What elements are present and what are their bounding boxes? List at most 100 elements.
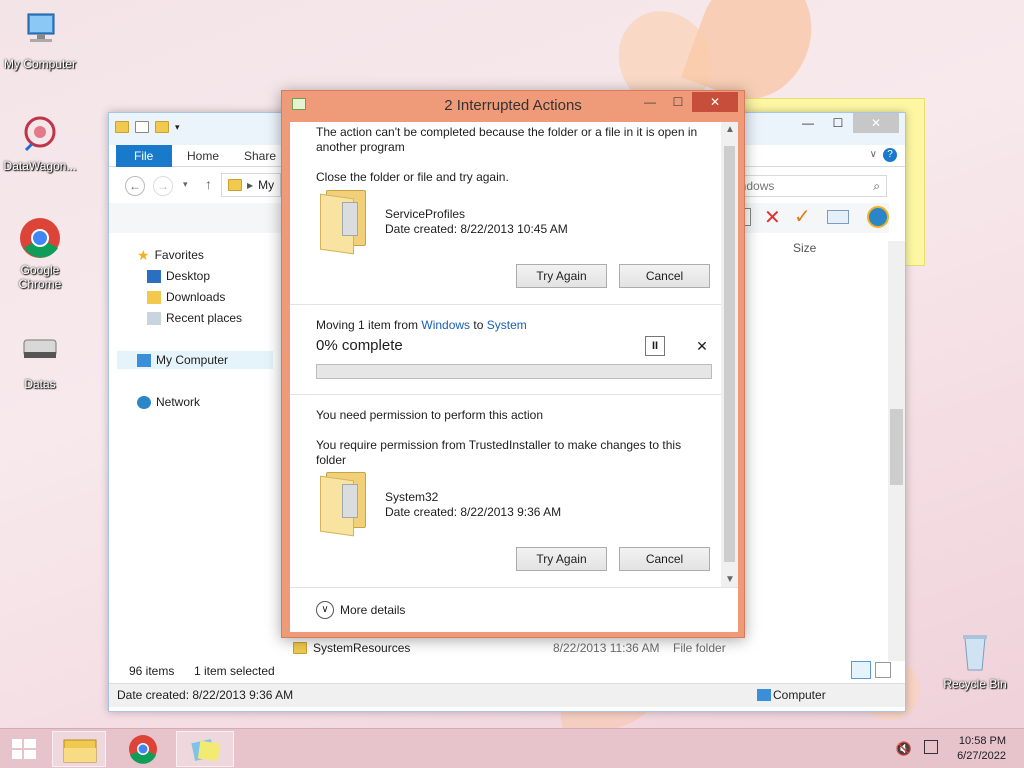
permission-heading: You need permission to perform this acti… <box>316 408 544 422</box>
progress-bar <box>316 364 712 379</box>
new-folder-icon[interactable] <box>155 121 169 133</box>
folder-icon[interactable] <box>115 121 129 133</box>
close-button[interactable]: ✕ <box>853 113 899 133</box>
progress-prefix: Moving 1 item from <box>316 318 419 332</box>
system-clock[interactable]: 10:58 PM 6/27/2022 <box>957 734 1006 764</box>
volume-muted-icon[interactable]: 🔇 <box>896 741 912 757</box>
nav-item-recent-places[interactable]: Recent places <box>147 309 242 327</box>
desktop-icon-label: My Computer <box>3 57 77 71</box>
checkmark-icon[interactable]: ✓ <box>794 204 811 229</box>
chevron-down-icon[interactable]: ▾ <box>183 179 188 190</box>
drive-icon <box>18 330 62 374</box>
more-details-toggle[interactable]: ∨ More details <box>316 601 405 619</box>
taskbar-sticky-notes[interactable] <box>176 731 234 767</box>
up-arrow-icon[interactable]: ↑ <box>205 176 212 192</box>
chevron-up-icon[interactable]: ▲ <box>725 124 735 135</box>
scrollbar-thumb[interactable] <box>890 409 903 485</box>
item-date: Date created: 8/22/2013 9:36 AM <box>385 505 562 519</box>
datawagon-icon <box>18 112 62 156</box>
chevron-down-icon[interactable]: ▾ <box>175 122 180 133</box>
back-arrow-icon[interactable]: ← <box>125 176 145 196</box>
close-button[interactable]: ✕ <box>692 92 738 112</box>
address-bar[interactable]: ▶ My <box>221 173 281 197</box>
item-name: ServiceProfiles <box>385 207 466 221</box>
cancel-button[interactable]: Cancel <box>619 264 710 288</box>
network-tray-icon[interactable] <box>924 740 938 754</box>
large-icons-view-icon[interactable] <box>875 662 891 678</box>
globe-icon[interactable] <box>867 206 889 228</box>
clock-date: 6/27/2022 <box>957 750 1006 762</box>
date-created: Date created: 8/22/2013 9:36 AM <box>117 688 294 702</box>
nav-item-desktop[interactable]: Desktop <box>147 267 210 285</box>
desktop-icon-datas[interactable]: Datas <box>0 330 80 391</box>
rename-icon[interactable] <box>827 210 849 224</box>
section-divider <box>290 587 738 588</box>
help-icon[interactable]: ? <box>883 148 897 162</box>
nav-item-my-computer[interactable]: My Computer <box>117 351 273 369</box>
nav-item-favorites[interactable]: ★ Favorites <box>137 246 204 264</box>
tab-file[interactable]: File <box>116 145 172 167</box>
scrollbar-thumb[interactable] <box>724 146 735 562</box>
file-date: 8/22/2013 11:36 AM <box>553 641 660 655</box>
network-icon <box>137 395 151 409</box>
forward-arrow-icon[interactable]: → <box>153 176 173 196</box>
recycle-bin-icon <box>953 630 997 674</box>
chrome-icon <box>18 216 62 260</box>
address-text: My <box>258 178 275 192</box>
nav-label: Favorites <box>154 248 204 262</box>
desktop-icon <box>147 269 161 283</box>
interrupted-actions-dialog[interactable]: 2 Interrupted Actions — ☐ ✕ The action c… <box>281 90 745 638</box>
tab-home[interactable]: Home <box>173 145 233 167</box>
error-instruction: Close the folder or file and try again. <box>316 170 509 184</box>
taskbar-chrome[interactable] <box>116 731 170 767</box>
chevron-down-icon: ∨ <box>316 601 334 619</box>
folder-icon <box>293 642 307 654</box>
cancel-operation-button[interactable]: ✕ <box>692 336 712 356</box>
minimize-button[interactable]: — <box>793 113 823 133</box>
progress-to: to <box>473 318 484 332</box>
table-row[interactable]: SystemResources 8/22/2013 11:36 AM File … <box>293 639 893 657</box>
taskbar-file-explorer[interactable] <box>52 731 106 767</box>
desktop-icon-my-computer[interactable]: My Computer <box>0 10 80 71</box>
nav-label: Downloads <box>166 290 226 304</box>
maximize-button[interactable]: ☐ <box>823 113 853 133</box>
cancel-button[interactable]: Cancel <box>619 547 710 571</box>
try-again-button[interactable]: Try Again <box>516 547 607 571</box>
details-view-icon[interactable] <box>851 661 871 679</box>
item-name: System32 <box>385 490 439 504</box>
clock-time: 10:58 PM <box>958 735 1006 747</box>
desktop-icon-google-chrome[interactable]: Google Chrome <box>0 216 80 291</box>
try-again-button[interactable]: Try Again <box>516 264 607 288</box>
search-input[interactable]: indows ⌕ <box>732 175 887 197</box>
chevron-right-icon: ▶ <box>247 180 254 190</box>
more-details-label: More details <box>340 603 406 617</box>
desktop-icon-label: Datas <box>24 377 56 391</box>
dialog-scrollbar[interactable]: ▲ ▼ <box>721 122 738 587</box>
chevron-down-icon[interactable]: ▼ <box>725 574 735 585</box>
chevron-down-icon[interactable]: ∨ <box>870 149 877 160</box>
window-controls: — ☐ ✕ <box>793 113 899 133</box>
minimize-button[interactable]: — <box>636 92 664 112</box>
nav-item-network[interactable]: Network <box>137 393 200 411</box>
nav-item-downloads[interactable]: Downloads <box>147 288 225 306</box>
details-pane: Date created: 8/22/2013 9:36 AM Computer <box>109 683 905 707</box>
desktop-icon-recycle-bin[interactable]: Recycle Bin <box>935 630 1015 691</box>
vertical-scrollbar[interactable] <box>888 241 905 661</box>
file-explorer-icon <box>63 739 97 763</box>
desktop-icon-datawagon[interactable]: DataWagon... <box>0 112 80 173</box>
column-header-size[interactable]: Size <box>793 241 816 255</box>
nav-label: Network <box>156 395 201 409</box>
destination-folder-link[interactable]: System <box>487 318 527 332</box>
start-button[interactable] <box>0 731 48 767</box>
delete-icon[interactable]: ✕ <box>764 205 781 230</box>
properties-icon[interactable] <box>135 121 149 133</box>
folder-icon <box>320 190 370 255</box>
desktop-icon-label: DataWagon... <box>3 159 77 173</box>
pause-button[interactable]: II <box>645 336 665 356</box>
downloads-icon <box>147 290 161 304</box>
maximize-button[interactable]: ☐ <box>664 92 692 112</box>
windows-logo-icon <box>12 739 36 759</box>
file-type: File folder <box>673 641 726 655</box>
source-folder-link[interactable]: Windows <box>421 318 470 332</box>
search-icon: ⌕ <box>873 179 880 193</box>
